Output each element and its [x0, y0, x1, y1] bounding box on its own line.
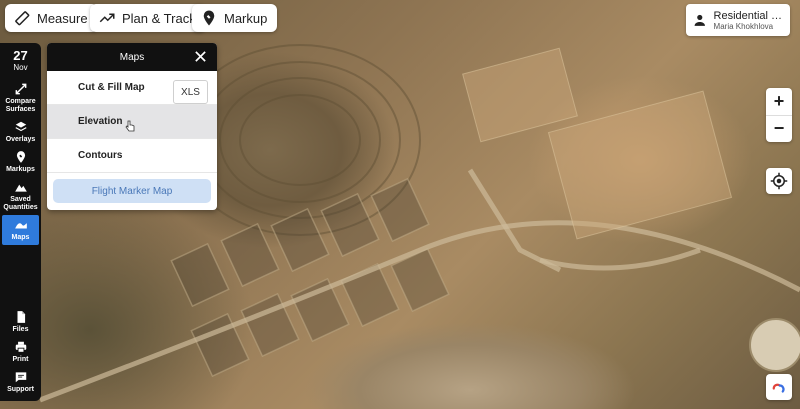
markup-button[interactable]: Markup: [192, 4, 278, 32]
markup-pin-icon: [16, 151, 25, 163]
sidebar-item-label: Print: [12, 356, 29, 363]
sidebar-item-print[interactable]: Print: [0, 337, 41, 367]
maps-option-label: Elevation: [78, 116, 123, 127]
sidebar-item-maps[interactable]: Maps: [2, 215, 39, 245]
sidebar-item-support[interactable]: Support: [0, 367, 41, 397]
left-sidebar: 27 Nov Compare Surfaces Overlays Markups…: [0, 43, 41, 401]
date-day: 27: [13, 48, 28, 63]
sidebar-item-label: Support: [7, 386, 34, 393]
sidebar-item-label: Markups: [6, 166, 35, 173]
maps-icon: [14, 223, 27, 229]
sidebar-item-overlays[interactable]: Overlays: [0, 117, 41, 147]
date-month: Nov: [13, 63, 28, 72]
sidebar-item-label: Files: [12, 326, 29, 333]
trend-icon: [99, 13, 115, 23]
plan-track-button[interactable]: Plan & Track: [90, 4, 206, 32]
mountain-icon: [14, 184, 27, 192]
hand-cursor-icon: [125, 120, 135, 132]
printer-icon: [15, 341, 26, 353]
layers-icon: [14, 121, 27, 132]
markup-label: Markup: [224, 10, 268, 26]
close-icon[interactable]: [194, 50, 207, 63]
maps-panel-header: Maps: [47, 43, 217, 71]
file-icon: [17, 311, 25, 323]
sidebar-item-compare-surfaces[interactable]: Compare Surfaces: [0, 79, 41, 117]
sidebar-item-saved-quantities[interactable]: Saved Quantities: [0, 177, 41, 215]
chat-icon: [15, 372, 26, 383]
sidebar-item-label: Saved Quantities: [3, 196, 38, 211]
ruler-icon: [15, 11, 30, 26]
compare-icon: [15, 83, 26, 95]
zoom-in-button[interactable]: +: [766, 88, 792, 116]
assistant-logo-icon: [772, 383, 785, 393]
locate-button[interactable]: [766, 168, 792, 194]
person-icon: [694, 14, 705, 26]
project-user-card[interactable]: Residential C... Maria Khokhlova: [686, 4, 790, 36]
flight-marker-map-button[interactable]: Flight Marker Map: [53, 179, 211, 203]
xls-export-button[interactable]: XLS: [173, 80, 208, 104]
date-selector[interactable]: 27 Nov: [13, 48, 27, 73]
maps-option-contours[interactable]: Contours: [47, 139, 217, 173]
zoom-out-button[interactable]: −: [766, 116, 792, 143]
project-name: Residential C...: [713, 9, 786, 22]
plan-track-label: Plan & Track: [122, 10, 196, 26]
markup-pin-icon: [203, 10, 215, 26]
measure-button[interactable]: Measure: [5, 4, 98, 32]
maps-option-label: Cut & Fill Map: [78, 82, 145, 93]
maps-option-label: Contours: [78, 150, 123, 161]
sidebar-item-files[interactable]: Files: [0, 307, 41, 337]
crosshair-icon: [770, 172, 788, 190]
measure-label: Measure: [37, 10, 88, 26]
sidebar-item-label: Overlays: [5, 136, 36, 143]
sidebar-item-markups[interactable]: Markups: [0, 147, 41, 177]
user-name: Maria Khokhlova: [713, 21, 774, 31]
zoom-controls: + −: [766, 88, 792, 142]
sidebar-item-label: Compare Surfaces: [5, 98, 36, 113]
assistant-button[interactable]: [766, 374, 792, 400]
sidebar-item-label: Maps: [11, 234, 30, 241]
maps-panel-title: Maps: [119, 51, 145, 63]
